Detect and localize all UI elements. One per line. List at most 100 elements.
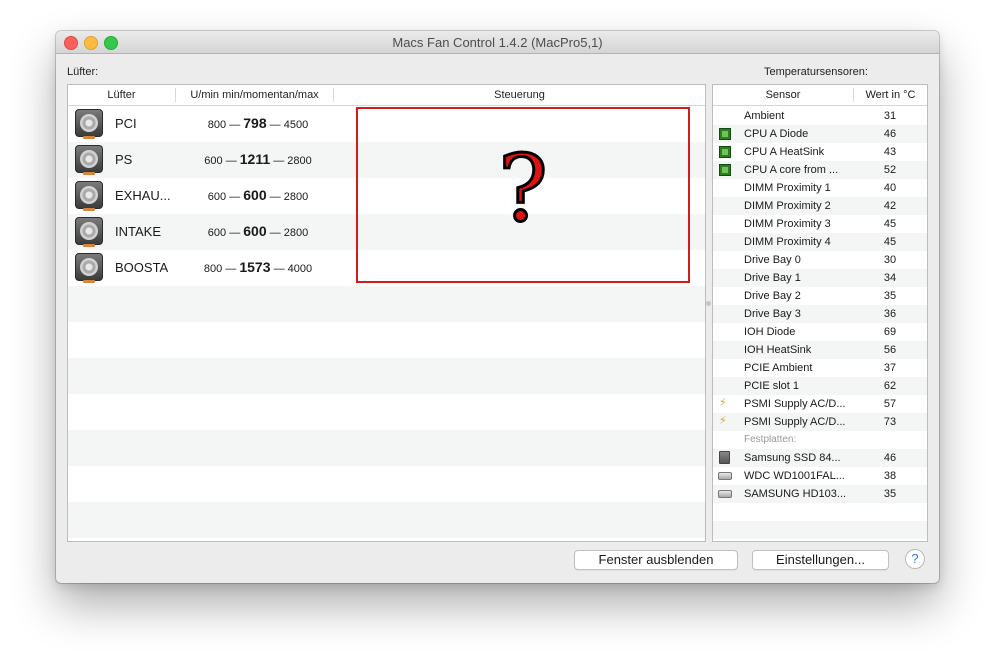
dash: —: [269, 119, 281, 131]
sensor-row[interactable]: CPU A core from ... 52: [713, 161, 927, 179]
fan-icon: [75, 217, 103, 247]
fan-rpm-min: 800: [203, 263, 223, 275]
sensor-row[interactable]: DIMM Proximity 3 45: [713, 215, 927, 233]
sensor-name: DIMM Proximity 4: [744, 236, 831, 248]
sensor-name: WDC WD1001FAL...: [744, 470, 845, 482]
column-header-value[interactable]: Wert in °C: [854, 89, 927, 101]
split-view-divider[interactable]: [706, 301, 711, 306]
chip-icon: [719, 146, 731, 158]
sensor-row[interactable]: CPU A Diode 46: [713, 125, 927, 143]
sensor-name: DIMM Proximity 3: [744, 218, 831, 230]
fan-table-header: Lüfter U/min min/momentan/max Steuerung: [68, 85, 705, 106]
sensor-name: Drive Bay 2: [744, 290, 801, 302]
sensor-value: 34: [883, 272, 897, 284]
sensor-row[interactable]: PCIE slot 1 62: [713, 377, 927, 395]
empty-row: [68, 322, 705, 358]
fan-name: PCI: [115, 116, 137, 131]
fan-rpm-readout: 800 — 1573 — 4000: [168, 259, 348, 275]
hide-window-button[interactable]: Fenster ausblenden: [574, 550, 738, 570]
sensor-name: IOH Diode: [744, 326, 796, 338]
sensor-name: CPU A HeatSink: [744, 146, 825, 158]
fan-rpm-min: 800: [207, 119, 227, 131]
fan-rpm-max: 2800: [283, 191, 309, 203]
sensor-name: CPU A core from ...: [744, 164, 839, 176]
sensor-row[interactable]: Drive Bay 1 34: [713, 269, 927, 287]
dash: —: [273, 263, 285, 275]
fan-rpm-readout: 800 — 798 — 4500: [168, 115, 348, 131]
fan-rpm-readout: 600 — 1211 — 2800: [168, 151, 348, 167]
fan-icon: [75, 109, 103, 139]
fan-name: BOOSTA: [115, 260, 169, 275]
sensor-row[interactable]: Drive Bay 2 35: [713, 287, 927, 305]
dash: —: [225, 155, 237, 167]
fan-name: EXHAU...: [115, 188, 171, 203]
sensor-value: 69: [883, 326, 897, 338]
sensor-name: CPU A Diode: [744, 128, 809, 140]
sensor-value: 37: [883, 362, 897, 374]
control-highlight-box: ?: [356, 107, 690, 283]
sensor-row[interactable]: Samsung SSD 84... 46: [713, 449, 927, 467]
help-button[interactable]: ?: [905, 549, 925, 569]
sensor-name: Drive Bay 3: [744, 308, 801, 320]
sensor-name: PSMI Supply AC/D...: [744, 398, 846, 410]
sensor-value: 40: [883, 182, 897, 194]
fan-rpm-readout: 600 — 600 — 2800: [168, 187, 348, 203]
empty-row: [68, 502, 705, 538]
sensor-value: 52: [883, 164, 897, 176]
sensor-row[interactable]: SAMSUNG HD103... 35: [713, 485, 927, 503]
dash: —: [269, 191, 281, 203]
empty-row: [68, 430, 705, 466]
title-bar[interactable]: Macs Fan Control 1.4.2 (MacPro5,1): [56, 31, 939, 54]
sensors-section-label: Temperatursensoren:: [764, 66, 868, 78]
empty-row: [713, 539, 927, 541]
sensor-value: 46: [883, 128, 897, 140]
sensor-row[interactable]: WDC WD1001FAL... 38: [713, 467, 927, 485]
fan-icon: [75, 181, 103, 211]
column-header-sensor[interactable]: Sensor: [713, 89, 853, 101]
question-mark-icon: ?: [497, 135, 549, 242]
fan-rpm-current: 600: [243, 187, 267, 203]
sensor-value: 45: [883, 236, 897, 248]
sensor-row[interactable]: DIMM Proximity 4 45: [713, 233, 927, 251]
window-title: Macs Fan Control 1.4.2 (MacPro5,1): [392, 35, 603, 50]
sensor-row[interactable]: PCIE Ambient 37: [713, 359, 927, 377]
sensor-row[interactable]: DIMM Proximity 1 40: [713, 179, 927, 197]
sensor-row[interactable]: CPU A HeatSink 43: [713, 143, 927, 161]
sensor-row[interactable]: IOH HeatSink 56: [713, 341, 927, 359]
column-header-rpm[interactable]: U/min min/momentan/max: [176, 89, 333, 101]
chip-icon: [719, 128, 731, 140]
ssd-icon: [719, 451, 730, 464]
dash: —: [273, 155, 285, 167]
fan-rpm-readout: 600 — 600 — 2800: [168, 223, 348, 239]
column-header-control[interactable]: Steuerung: [334, 89, 705, 101]
sensor-row[interactable]: Ambient 31: [713, 107, 927, 125]
sensor-name: PCIE Ambient: [744, 362, 813, 374]
lightning-icon: ⚡: [719, 415, 727, 427]
sensor-row[interactable]: ⚡ PSMI Supply AC/D... 73: [713, 413, 927, 431]
sensor-row[interactable]: Drive Bay 3 36: [713, 305, 927, 323]
sensor-name: PCIE slot 1: [744, 380, 800, 392]
fan-rpm-max: 2800: [287, 155, 312, 167]
sensor-name: SAMSUNG HD103...: [744, 488, 847, 500]
sensor-name: DIMM Proximity 2: [744, 200, 831, 212]
sensor-row[interactable]: IOH Diode 69: [713, 323, 927, 341]
column-header-fan[interactable]: Lüfter: [68, 89, 175, 101]
sensor-row[interactable]: DIMM Proximity 2 42: [713, 197, 927, 215]
fan-rpm-min: 600: [207, 227, 227, 239]
sensor-row[interactable]: ⚡ PSMI Supply AC/D... 57: [713, 395, 927, 413]
dash: —: [229, 191, 241, 203]
sensor-row[interactable]: Drive Bay 0 30: [713, 251, 927, 269]
sensor-value: 31: [883, 110, 897, 122]
fan-rpm-max: 4500: [283, 119, 309, 131]
fan-table: Lüfter U/min min/momentan/max Steuerung …: [67, 84, 706, 542]
app-window: Macs Fan Control 1.4.2 (MacPro5,1) Lüfte…: [56, 31, 939, 583]
sensor-value: 42: [883, 200, 897, 212]
empty-row: [68, 394, 705, 430]
fan-rpm-max: 2800: [283, 227, 309, 239]
sensor-value: 46: [883, 452, 897, 464]
settings-button[interactable]: Einstellungen...: [752, 550, 889, 570]
sensor-name: Drive Bay 0: [744, 254, 801, 266]
sensor-value: 35: [883, 290, 897, 302]
hdd-icon: [718, 490, 732, 498]
sensor-name: Ambient: [744, 110, 785, 122]
